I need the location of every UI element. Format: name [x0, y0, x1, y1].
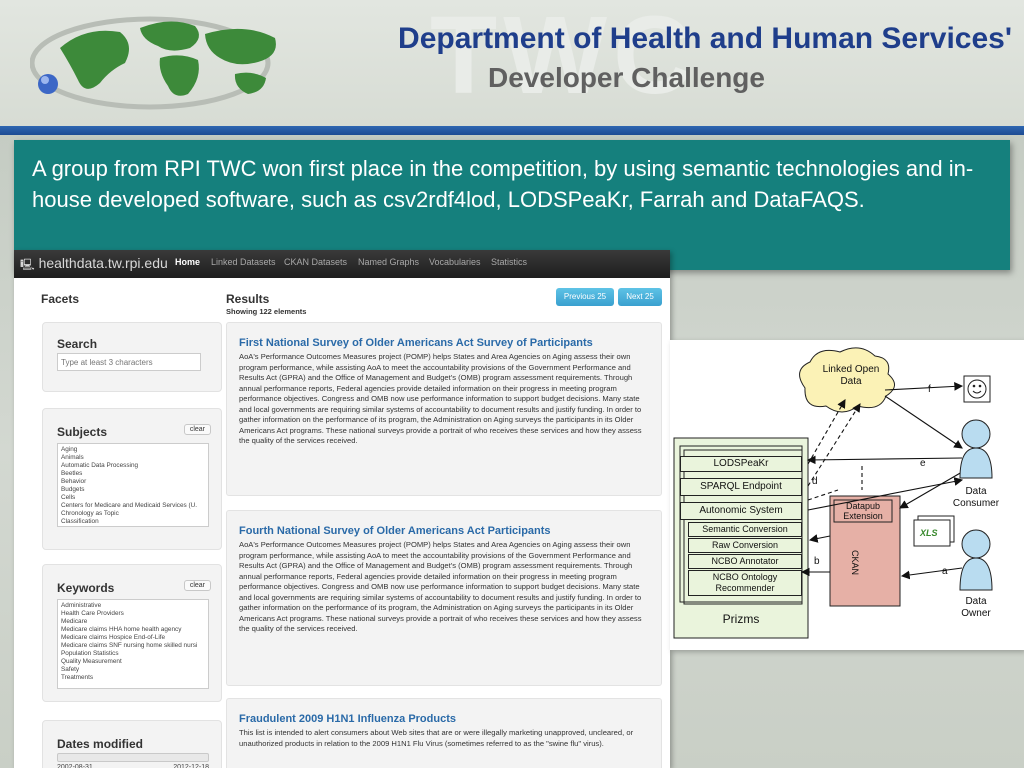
keyword-item[interactable]: Safety [61, 666, 205, 674]
search-heading: Search [57, 337, 98, 351]
sparql-endpoint-box: SPARQL Endpoint [680, 478, 802, 496]
nav-named-graphs[interactable]: Named Graphs [358, 257, 419, 267]
subject-item[interactable]: Behavior [61, 478, 205, 486]
keyword-item[interactable]: Population Statistics [61, 650, 205, 658]
results-heading: Results [226, 292, 270, 306]
subject-item[interactable]: Beetles [61, 470, 205, 478]
keywords-heading: Keywords [57, 581, 115, 595]
datapub-label: Datapub Extension [843, 501, 883, 521]
prizms-label: Prizms [722, 612, 760, 626]
keyword-item[interactable]: Medicare [61, 618, 205, 626]
keyword-item[interactable]: Quality Measurement [61, 658, 205, 666]
result-item: First National Survey of Older Americans… [226, 322, 662, 496]
keyword-item[interactable]: Medicare claims Hospice End-of-Life [61, 634, 205, 642]
site-brand[interactable]: 🖳︎ healthdata.tw.rpi.edu [20, 255, 168, 275]
nav-linked-datasets[interactable]: Linked Datasets [211, 257, 276, 267]
date-start-label: 2002-08-31 [57, 764, 93, 768]
result-description: AoA's Performance Outcomes Measures proj… [239, 540, 642, 633]
nav-statistics[interactable]: Statistics [491, 257, 527, 267]
dates-panel: Dates modified 2002-08-31 2012-12-18 [42, 720, 222, 768]
xls-label: XLS [920, 528, 938, 538]
architecture-diagram: Linked Open Data LODSPeaKr SPARQL Endpoi… [670, 340, 1024, 650]
nav-ckan-datasets[interactable]: CKAN Datasets [284, 257, 347, 267]
search-panel: Search [42, 322, 222, 392]
dates-heading: Dates modified [57, 737, 144, 751]
subjects-clear-button[interactable]: clear [183, 424, 211, 435]
data-owner-icon [959, 529, 993, 591]
next-page-button[interactable]: Next 25 [618, 288, 662, 306]
keywords-clear-button[interactable]: clear [183, 580, 211, 591]
subject-item[interactable]: Classification [61, 518, 205, 526]
raw-conversion-box: Raw Conversion [688, 538, 802, 553]
autonomic-system-box: Autonomic System [680, 502, 802, 520]
subjects-panel: Subjects clear Aging Animals Automatic D… [42, 408, 222, 550]
subject-item[interactable]: Budgets [61, 486, 205, 494]
subject-item[interactable]: Chronology as Topic [61, 510, 205, 518]
data-owner-label: Data Owner [961, 596, 991, 619]
slide-subtitle: Developer Challenge [488, 62, 765, 93]
result-title-link[interactable]: Fourth National Survey of Older American… [239, 525, 551, 537]
header-rule [0, 126, 1024, 135]
semantic-conversion-box: Semantic Conversion [688, 522, 802, 537]
ncbo-annotator-box: NCBO Annotator [688, 554, 802, 569]
lodspeakr-box: LODSPeaKr [680, 456, 802, 472]
data-consumer-icon [959, 419, 993, 479]
keyword-item[interactable]: Health Care Providers [61, 610, 205, 618]
keywords-list[interactable]: Administrative Health Care Providers Med… [57, 599, 209, 689]
edge-label-a: a [942, 566, 948, 577]
subject-item[interactable]: Automatic Data Processing [61, 462, 205, 470]
subject-item[interactable]: Centers for Medicare and Medicaid Servic… [61, 502, 205, 510]
callout-text: A group from RPI TWC won first place in … [32, 156, 974, 212]
ncbo-recommender-box: NCBO Ontology Recommender [688, 570, 802, 596]
keyword-item[interactable]: Administrative [61, 602, 205, 610]
result-item: Fraudulent 2009 H1N1 Influenza Products … [226, 698, 662, 768]
nav-vocabularies[interactable]: Vocabularies [429, 257, 481, 267]
smiley-app-icon [963, 375, 991, 403]
subject-item[interactable]: Cells [61, 494, 205, 502]
twc-watermark: TWC [430, 0, 699, 117]
brand-label: healthdata.tw.rpi.edu [38, 255, 168, 271]
site-navbar: 🖳︎ healthdata.tw.rpi.edu Home Linked Dat… [14, 250, 670, 278]
date-end-label: 2012-12-18 [173, 764, 209, 768]
subject-item[interactable]: Animals [61, 454, 205, 462]
subject-item[interactable]: Aging [61, 446, 205, 454]
keyword-item[interactable]: Medicare claims SNF nursing home skilled… [61, 642, 205, 650]
result-description: AoA's Performance Outcomes Measures proj… [239, 352, 642, 445]
result-description: This list is intended to alert consumers… [239, 728, 634, 748]
slide-header: TWC Department of Health and Human Servi… [0, 0, 1024, 126]
edge-label-e: e [920, 458, 926, 469]
ckan-label: CKAN [850, 550, 860, 576]
website-screenshot: 🖳︎ healthdata.tw.rpi.edu Home Linked Dat… [14, 250, 670, 768]
result-title-link[interactable]: Fraudulent 2009 H1N1 Influenza Products [239, 713, 456, 725]
search-input[interactable] [57, 353, 201, 371]
subjects-heading: Subjects [57, 425, 108, 439]
edge-label-d: d [812, 476, 818, 487]
edge-label-b: b [814, 556, 820, 567]
slide-title: Department of Health and Human Services' [398, 22, 1012, 55]
result-item: Fourth National Survey of Older American… [226, 510, 662, 686]
keywords-panel: Keywords clear Administrative Health Car… [42, 564, 222, 702]
facets-heading: Facets [41, 292, 80, 306]
brand-logo-icon: 🖳︎ [20, 259, 35, 271]
keyword-item[interactable]: Medicare claims HHA home health agency [61, 626, 205, 634]
cloud-label: Linked Open Data [822, 364, 880, 387]
result-title-link[interactable]: First National Survey of Older Americans… [239, 337, 593, 349]
edge-label-f: f [928, 384, 931, 395]
results-count: Showing 122 elements [226, 307, 307, 316]
nav-home[interactable]: Home [175, 257, 200, 267]
keyword-item[interactable]: Treatments [61, 674, 205, 682]
world-globe-logo [30, 16, 276, 110]
date-range-slider[interactable] [57, 753, 209, 762]
data-consumer-label: Data Consumer [952, 486, 1000, 509]
subjects-list[interactable]: Aging Animals Automatic Data Processing … [57, 443, 209, 527]
previous-page-button[interactable]: Previous 25 [556, 288, 614, 306]
